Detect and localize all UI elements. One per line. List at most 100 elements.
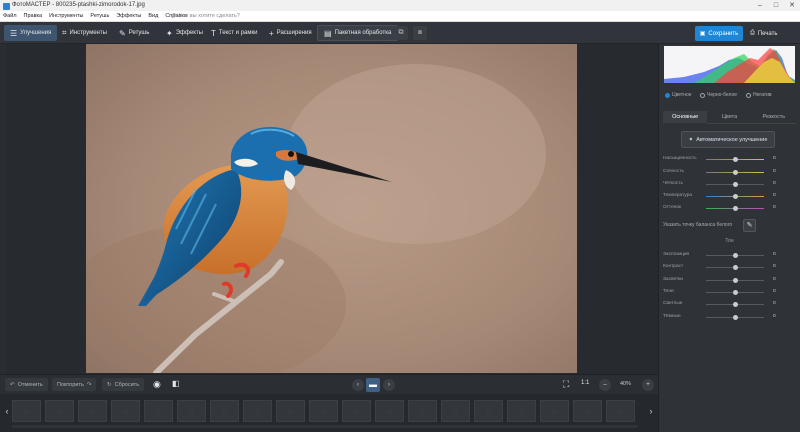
help-search-input[interactable]: Что вы хотите сделать? (179, 11, 240, 22)
menu-edit[interactable]: Правка (24, 11, 43, 22)
slider-value: 0 (773, 193, 776, 198)
menu-tools[interactable]: Инструменты (49, 11, 83, 22)
image-placeholder-icon: ◌ (155, 406, 162, 416)
tab-enhance[interactable]: ☰ Улучшения (4, 25, 58, 41)
slider-highlights[interactable]: Засветки 0 (663, 276, 778, 284)
save-label: Сохранить (708, 30, 739, 37)
reset-button[interactable]: ↻ Сбросить (102, 378, 145, 391)
maximize-button[interactable]: □ (768, 0, 784, 11)
minimize-button[interactable]: – (752, 0, 768, 11)
slider-knob[interactable] (733, 205, 738, 211)
filmstrip-scrollbar[interactable] (12, 425, 638, 428)
thumbnail[interactable]: ◌ (606, 400, 635, 422)
thumbnail[interactable]: ◌ (441, 400, 470, 422)
mode-bw[interactable]: Черно-белое (700, 92, 737, 98)
slider-blacks[interactable]: Тёмные 0 (663, 313, 778, 321)
slider-knob[interactable] (733, 277, 738, 283)
slider-clarity[interactable]: Чёткость 0 (663, 180, 778, 188)
compare-button[interactable]: ⧉ (394, 26, 408, 40)
filmstrip-left-button[interactable]: ‹ (3, 402, 11, 420)
app-logo-icon (3, 3, 10, 10)
slider-whites[interactable]: Светлые 0 (663, 300, 778, 308)
print-button[interactable]: ⎙ Печать (750, 26, 777, 41)
mode-color[interactable]: Цветное (665, 92, 692, 98)
slider-value: 0 (773, 252, 776, 257)
zoom-ratio-button[interactable]: 1:1 (581, 380, 589, 386)
slider-value: 0 (773, 314, 776, 319)
thumbnail[interactable]: ◌ (177, 400, 206, 422)
slider-knob[interactable] (733, 181, 738, 187)
before-after-icon[interactable]: ◧ (172, 379, 180, 388)
bottom-toolbar: ↶ Отменить Повторить ↷ ↻ Сбросить ◉ ◧ ‹ ▬ ›… (0, 374, 658, 394)
thumbnail[interactable]: ◌ (540, 400, 569, 422)
slider-tint[interactable]: Оттенок 0 (663, 204, 778, 212)
split-view-button[interactable]: ⧈ (413, 26, 427, 40)
help-search[interactable]: ⚲ Что вы хотите сделать? (172, 11, 240, 22)
tab-basic[interactable]: Основные (663, 111, 708, 124)
slider-knob[interactable] (733, 193, 738, 199)
slider-knob[interactable] (733, 264, 738, 270)
eye-icon[interactable]: ◉ (153, 379, 161, 390)
mode-negative[interactable]: Негатив (746, 92, 772, 98)
slider-knob[interactable] (733, 169, 738, 175)
menu-bar: Файл Правка Инструменты Ретушь Эффекты В… (0, 11, 800, 22)
slider-knob[interactable] (733, 289, 738, 295)
save-button[interactable]: ▣ Сохранить (695, 26, 743, 41)
photo-canvas[interactable] (86, 44, 577, 373)
prev-photo-button[interactable]: ‹ (352, 379, 364, 391)
slider-knob[interactable] (733, 156, 738, 162)
slider-knob[interactable] (733, 252, 738, 258)
zoom-in-button[interactable]: + (642, 379, 654, 391)
thumbnail[interactable]: ◌ (144, 400, 173, 422)
thumbnail[interactable]: ◌ (474, 400, 503, 422)
fit-screen-icon[interactable]: ⛶ (563, 379, 569, 390)
menu-list: Файл Правка Инструменты Ретушь Эффекты В… (3, 11, 187, 22)
plus-icon: + (269, 28, 274, 38)
slider-vibrance[interactable]: Сочность 0 (663, 168, 778, 176)
slider-temperature[interactable]: Температура 0 (663, 192, 778, 200)
tab-extensions[interactable]: + Расширения (263, 25, 318, 41)
menu-effects[interactable]: Эффекты (116, 11, 141, 22)
redo-button[interactable]: Повторить ↷ (52, 378, 97, 391)
close-button[interactable]: ✕ (784, 0, 800, 11)
slider-exposure[interactable]: Экспозиция 0 (663, 251, 778, 259)
slider-shadows[interactable]: Тени 0 (663, 288, 778, 296)
slider-saturation[interactable]: Насыщенность 0 (663, 155, 778, 163)
zoom-level: 40% (620, 381, 632, 387)
thumbnail[interactable]: ◌ (243, 400, 272, 422)
slider-knob[interactable] (733, 314, 738, 320)
thumbnail[interactable]: ◌ (342, 400, 371, 422)
zoom-out-button[interactable]: – (599, 379, 611, 391)
thumbnail[interactable]: ◌ (276, 400, 305, 422)
thumbnail[interactable]: ◌ (111, 400, 140, 422)
thumbnail[interactable]: ◌ (45, 400, 74, 422)
next-photo-button[interactable]: › (383, 379, 395, 391)
thumbnail[interactable]: ◌ (309, 400, 338, 422)
tab-effects[interactable]: ✦ Эффекты (160, 25, 209, 41)
magic-wand-icon: ✦ (688, 136, 694, 143)
slider-contrast[interactable]: Контраст 0 (663, 263, 778, 271)
thumbnail[interactable]: ◌ (573, 400, 602, 422)
image-placeholder-icon: ◌ (254, 406, 261, 416)
undo-button[interactable]: ↶ Отменить (5, 378, 48, 391)
thumbnail[interactable]: ◌ (408, 400, 437, 422)
filmstrip-right-button[interactable]: › (647, 402, 655, 420)
folder-button[interactable]: ▬ (366, 378, 380, 392)
thumbnail[interactable]: ◌ (375, 400, 404, 422)
tab-retouch[interactable]: ✎ Ретушь (113, 25, 155, 41)
tab-sharpness[interactable]: Резкость (751, 111, 796, 124)
tab-colors[interactable]: Цвета (707, 111, 752, 124)
tab-text-frames[interactable]: T Текст и рамки (205, 25, 263, 41)
thumbnail[interactable]: ◌ (210, 400, 239, 422)
menu-view[interactable]: Вид (148, 11, 158, 22)
thumbnail[interactable]: ◌ (78, 400, 107, 422)
tab-tools[interactable]: ⌗ Инструменты (56, 25, 113, 41)
menu-file[interactable]: Файл (3, 11, 17, 22)
slider-knob[interactable] (733, 301, 738, 307)
batch-processing-button[interactable]: ▤ Пакетная обработка (317, 25, 399, 41)
thumbnail[interactable]: ◌ (507, 400, 536, 422)
auto-enhance-button[interactable]: ✦ Автоматическое улучшение (681, 131, 775, 148)
thumbnail[interactable]: ◌ (12, 400, 41, 422)
eyedropper-button[interactable]: ✎ (743, 219, 756, 232)
menu-retouch[interactable]: Ретушь (90, 11, 109, 22)
